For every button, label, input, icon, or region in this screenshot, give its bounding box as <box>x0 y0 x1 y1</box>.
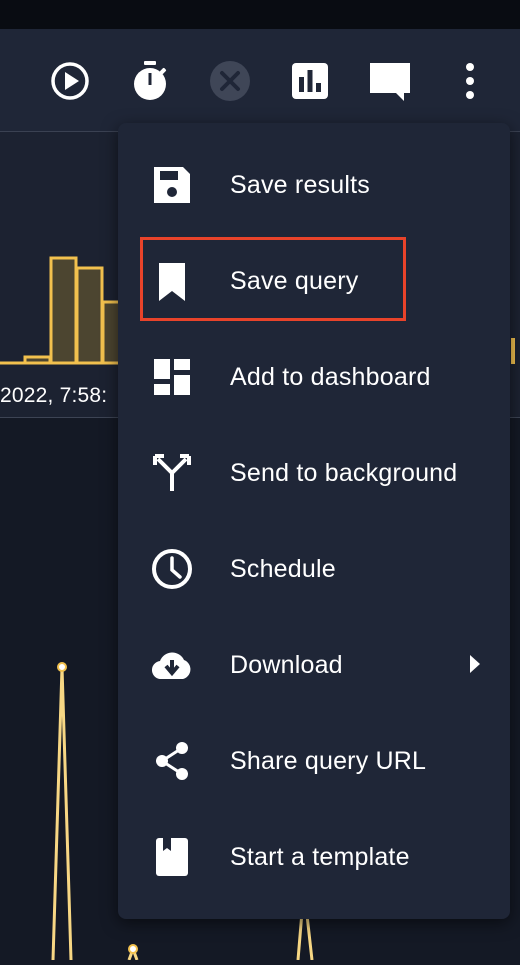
share-icon <box>150 739 194 783</box>
call-split-icon <box>150 451 194 495</box>
submenu-arrow-icon <box>470 655 480 673</box>
menu-item-label: Download <box>230 651 343 679</box>
cancel-icon <box>210 61 250 101</box>
time-axis-label: 2022, 7:58: <box>0 384 108 407</box>
chart-icon <box>292 63 328 99</box>
chart-button[interactable] <box>288 59 332 103</box>
menu-item-label: Schedule <box>230 555 336 583</box>
line-point <box>57 662 67 672</box>
menu-item-label: Save results <box>230 171 370 199</box>
more-vert-icon <box>466 63 474 99</box>
save-icon <box>150 163 194 207</box>
bookmark-icon <box>150 259 194 303</box>
menu-item-label: Send to background <box>230 459 458 487</box>
menu-item-label: Share query URL <box>230 747 427 775</box>
run-button[interactable] <box>48 59 92 103</box>
histogram-bar <box>49 256 78 365</box>
clock-icon <box>150 547 194 591</box>
top-strip <box>0 0 520 29</box>
menu-item-save-results[interactable]: Save results <box>118 137 510 233</box>
menu-item-start-a-template[interactable]: Start a template <box>118 809 510 905</box>
menu-item-save-query[interactable]: Save query <box>118 233 510 329</box>
dashboard-icon <box>150 355 194 399</box>
comment-icon <box>370 63 410 101</box>
histogram-bar <box>23 355 52 365</box>
menu-item-schedule[interactable]: Schedule <box>118 521 510 617</box>
timer-button[interactable] <box>128 59 172 103</box>
menu-item-send-to-background[interactable]: Send to background <box>118 425 510 521</box>
query-options-menu: Save results Save query Add to dashboard <box>118 123 510 919</box>
menu-item-share-query-url[interactable]: Share query URL <box>118 713 510 809</box>
timer-icon <box>134 61 167 100</box>
query-toolbar <box>0 29 520 132</box>
line-point <box>128 944 138 954</box>
cloud-download-icon <box>150 643 194 687</box>
histogram-bar <box>75 266 104 365</box>
menu-item-label: Add to dashboard <box>230 363 431 391</box>
comment-button[interactable] <box>368 59 412 103</box>
menu-item-download[interactable]: Download <box>118 617 510 713</box>
line-series <box>51 666 73 961</box>
menu-item-label: Start a template <box>230 843 410 871</box>
menu-item-add-to-dashboard[interactable]: Add to dashboard <box>118 329 510 425</box>
template-icon <box>150 835 194 879</box>
more-button[interactable] <box>448 59 492 103</box>
run-icon <box>51 62 89 100</box>
histogram-bar <box>511 338 515 364</box>
cancel-button[interactable] <box>208 59 252 103</box>
menu-item-label: Save query <box>230 267 359 295</box>
